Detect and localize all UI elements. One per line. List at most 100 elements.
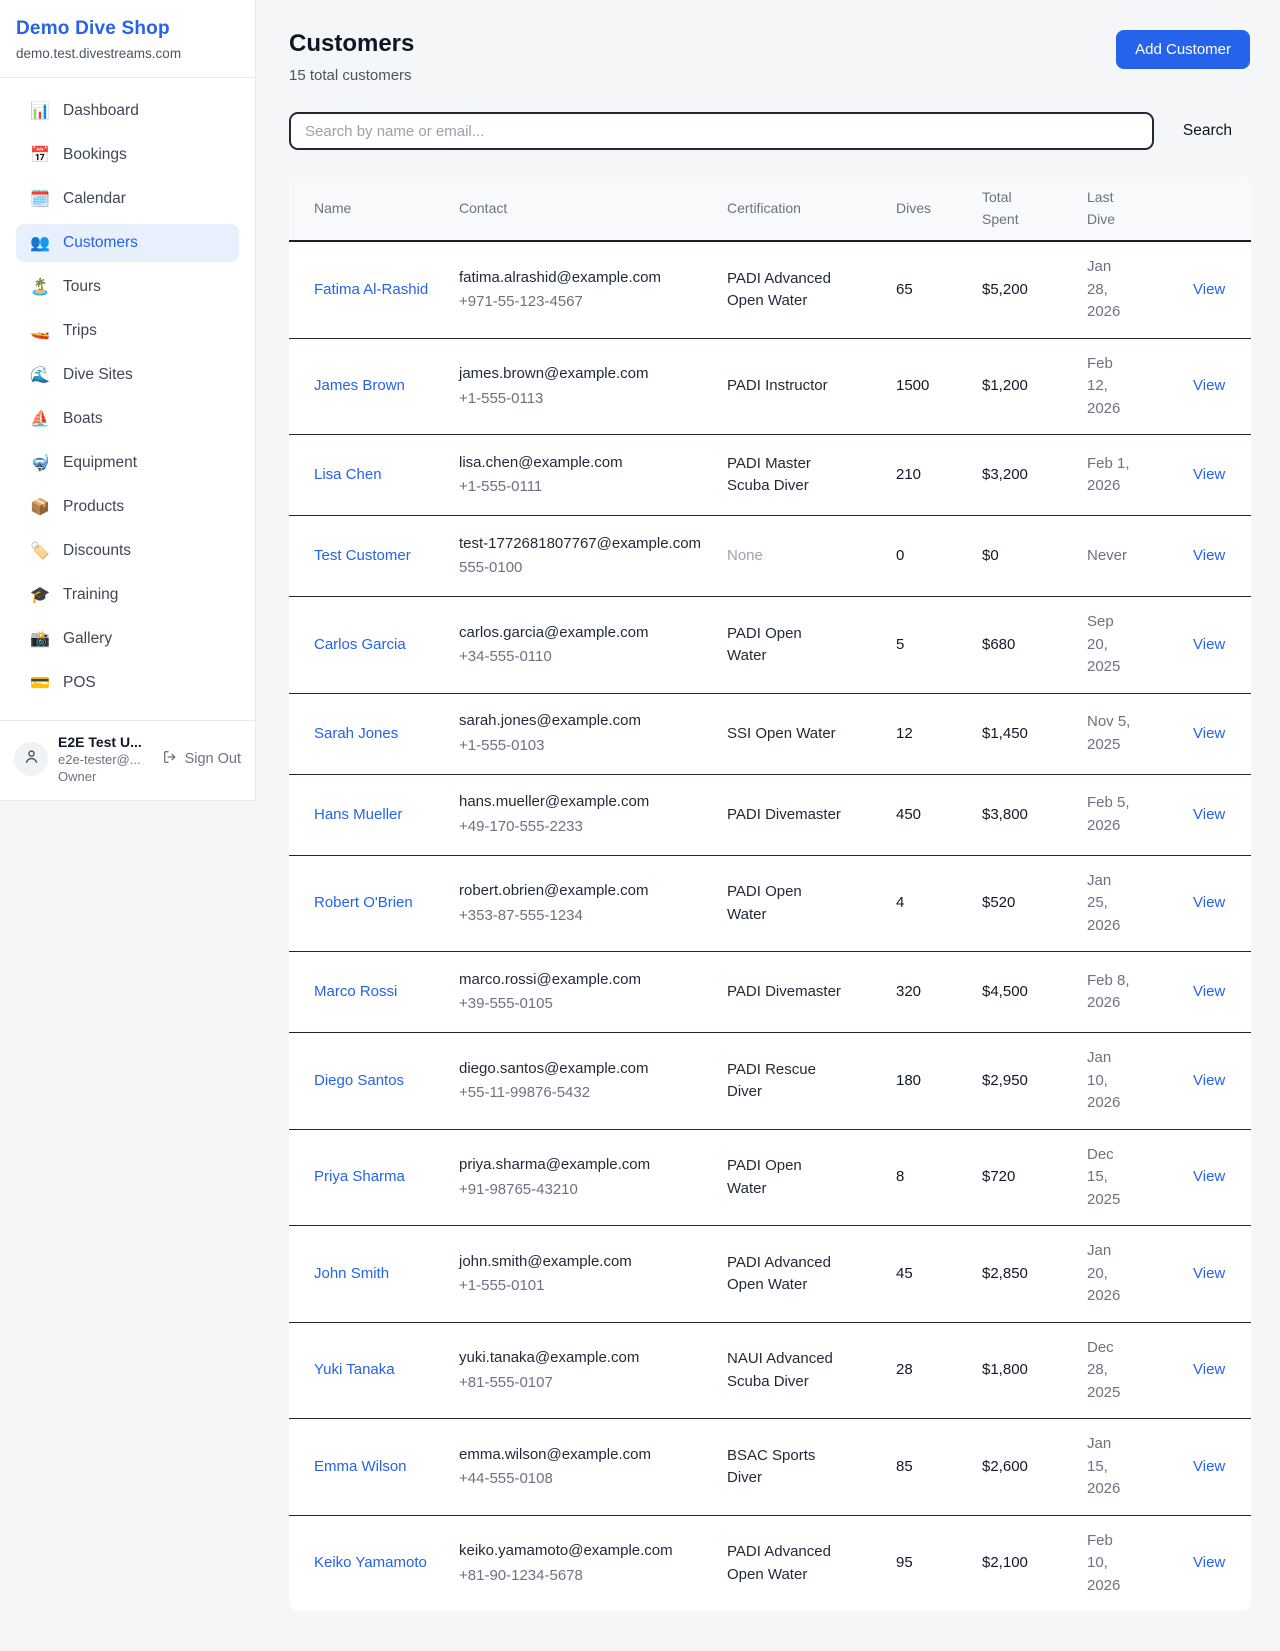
customer-dives: 28 [896, 1345, 982, 1396]
customer-name-link[interactable]: Yuki Tanaka [314, 1361, 395, 1378]
view-link[interactable]: View [1193, 1072, 1225, 1089]
table-row: Fatima Al-Rashidfatima.alrashid@example.… [289, 242, 1251, 339]
customer-name-link[interactable]: John Smith [314, 1265, 389, 1282]
customer-email: john.smith@example.com [459, 1251, 712, 1274]
table-row: Priya Sharma priya.sharma@example.com+91-… [289, 1130, 1251, 1227]
table-row: Carlos Garciacarlos.garcia@example.com+3… [289, 597, 1251, 694]
customer-phone: +353-87-555-1234 [459, 905, 712, 928]
customer-last-dive: Feb 5, 2026 [1087, 778, 1149, 851]
customer-name-link[interactable]: Priya Sharma [314, 1168, 405, 1185]
table-row: Sarah Jonessarah.jones@example.com+1-555… [289, 694, 1251, 775]
sidebar-item-bookings[interactable]: 📅 Bookings [16, 136, 239, 174]
view-link[interactable]: View [1193, 1265, 1225, 1282]
view-link[interactable]: View [1193, 1554, 1225, 1571]
customer-name-link[interactable]: Lisa Chen [314, 466, 382, 483]
view-link[interactable]: View [1193, 636, 1225, 653]
customer-name-cell: Lisa Chen [314, 450, 459, 501]
customer-dives: 65 [896, 265, 982, 316]
customer-last-dive: Jan 20, 2026 [1087, 1226, 1149, 1322]
view-link[interactable]: View [1193, 281, 1225, 298]
customer-name-link[interactable]: Fatima Al-Rashid [314, 281, 428, 298]
sidebar-item-dive-sites[interactable]: 🌊Dive Sites [16, 356, 239, 394]
customer-name-link[interactable]: Diego Santos [314, 1072, 404, 1089]
customer-last-dive: Feb 8, 2026 [1087, 956, 1149, 1029]
bookings-icon: 📅 [30, 145, 50, 165]
sidebar-item-label: Trips [63, 322, 97, 340]
sidebar-item-label: Training [63, 586, 118, 604]
shop-domain: demo.test.divestreams.com [16, 46, 239, 61]
sign-out-button[interactable]: Sign Out [162, 749, 241, 769]
customer-count: 15 total customers [289, 67, 414, 84]
customer-name-link[interactable]: Marco Rossi [314, 983, 397, 1000]
customer-contact-cell: marco.rossi@example.com+39-555-0105 [459, 955, 727, 1030]
customer-name-cell: Priya Sharma [314, 1152, 459, 1203]
customer-last-dive: Never [1087, 531, 1149, 582]
sidebar-item-equipment[interactable]: 🤿Equipment [16, 444, 239, 482]
view-link[interactable]: View [1193, 806, 1225, 823]
sidebar-item-label: Boats [63, 410, 103, 428]
view-link[interactable]: View [1193, 1458, 1225, 1475]
sidebar-item-training[interactable]: 🎓Training [16, 576, 239, 614]
customer-action-cell: View [1193, 1152, 1240, 1203]
view-link[interactable]: View [1193, 1168, 1225, 1185]
customer-email: test-1772681807767@example.com [459, 533, 712, 556]
add-customer-button[interactable]: Add Customer [1116, 30, 1250, 69]
sidebar-item-customers[interactable]: 👥Customers [16, 224, 239, 262]
sidebar-item-label: POS [63, 674, 96, 692]
customer-total-spent: $1,200 [982, 361, 1087, 412]
customer-name-link[interactable]: Hans Mueller [314, 806, 402, 823]
customer-last-dive: Jan 25, 2026 [1087, 856, 1149, 952]
customer-action-cell: View [1193, 265, 1240, 316]
customer-name-link[interactable]: Keiko Yamamoto [314, 1554, 427, 1571]
customer-name-link[interactable]: Sarah Jones [314, 725, 398, 742]
sidebar-item-boats[interactable]: ⛵ Boats [16, 400, 239, 438]
sidebar-item-tours[interactable]: 🏝️Tours [16, 268, 239, 306]
view-link[interactable]: View [1193, 547, 1225, 564]
avatar [14, 742, 48, 776]
customer-contact-cell: john.smith@example.com+1-555-0101 [459, 1237, 727, 1312]
view-link[interactable]: View [1193, 466, 1225, 483]
table-row: Keiko Yamamotokeiko.yamamoto@example.com… [289, 1516, 1251, 1612]
customer-certification: BSAC Sports Diver [727, 1431, 857, 1504]
sidebar-item-gallery[interactable]: 📸Gallery [16, 620, 239, 658]
table-header-row: NameContactCertificationDivesTotal Spent… [289, 177, 1251, 242]
customer-name-cell: John Smith [314, 1249, 459, 1300]
sidebar-item-products[interactable]: 📦Products [16, 488, 239, 526]
view-link[interactable]: View [1193, 377, 1225, 394]
sidebar-item-calendar[interactable]: 🗓️Calendar [16, 180, 239, 218]
customer-action-cell: View [1193, 790, 1240, 841]
customer-name-link[interactable]: Test Customer [314, 547, 411, 564]
customer-certification: PADI Open Water [727, 609, 857, 682]
sidebar-item-dashboard[interactable]: 📊Dashboard [16, 92, 239, 130]
view-link[interactable]: View [1193, 983, 1225, 1000]
view-link[interactable]: View [1193, 725, 1225, 742]
customer-certification: PADI Master Scuba Diver [727, 439, 857, 512]
customer-phone: +81-555-0107 [459, 1372, 712, 1395]
sidebar-item-pos[interactable]: 💳POS [16, 664, 239, 702]
table-row: Yuki Tanakayuki.tanaka@example.com+81-55… [289, 1323, 1251, 1420]
sign-out-label: Sign Out [185, 751, 241, 767]
customer-phone: +1-555-0101 [459, 1275, 712, 1298]
view-link[interactable]: View [1193, 1361, 1225, 1378]
search-input[interactable] [289, 112, 1154, 150]
customer-contact-cell: priya.sharma@example.com+91-98765-43210 [459, 1140, 727, 1215]
customer-email: robert.obrien@example.com [459, 880, 712, 903]
search-button[interactable]: Search [1183, 122, 1232, 140]
customer-total-spent: $5,200 [982, 265, 1087, 316]
customer-last-dive: Dec 15, 2025 [1087, 1130, 1149, 1226]
boats-icon: ⛵ [30, 409, 50, 429]
customer-phone: +91-98765-43210 [459, 1179, 712, 1202]
sidebar-item-discounts[interactable]: 🏷️Discounts [16, 532, 239, 570]
sidebar-item-label: Bookings [63, 146, 127, 164]
customer-name-link[interactable]: Emma Wilson [314, 1458, 407, 1475]
customer-name-link[interactable]: Carlos Garcia [314, 636, 406, 653]
sidebar-item-label: Dive Sites [63, 366, 133, 384]
view-link[interactable]: View [1193, 894, 1225, 911]
customer-name-link[interactable]: Robert O'Brien [314, 894, 413, 911]
sidebar-item-trips[interactable]: 🚤Trips [16, 312, 239, 350]
search-row: Search [289, 112, 1250, 150]
customer-contact-cell: diego.santos@example.com+55-11-99876-543… [459, 1044, 727, 1119]
customer-action-cell: View [1193, 531, 1240, 582]
customer-email: sarah.jones@example.com [459, 710, 712, 733]
customer-name-link[interactable]: James Brown [314, 377, 405, 394]
